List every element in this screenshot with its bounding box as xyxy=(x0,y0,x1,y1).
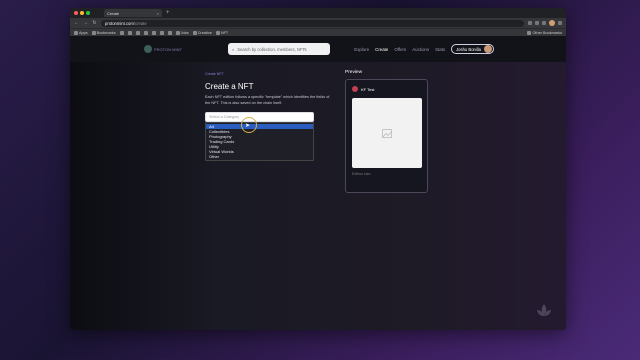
user-name: Joshu Bonilla xyxy=(456,46,481,52)
bookmark-nft[interactable]: NFT xyxy=(215,30,229,35)
bookmark-favicon[interactable] xyxy=(167,30,172,35)
nav-link-offers[interactable]: Offers xyxy=(394,47,406,52)
mouse-cursor-icon: ➤ xyxy=(245,123,251,129)
site-nav-links: Explore Create Offers Auctions Stats Jos… xyxy=(354,44,494,54)
bookmark-jobs[interactable]: Jobs xyxy=(175,30,189,35)
collection-avatar xyxy=(352,86,358,92)
bookmarks-bar: Apps Bookmarks Jobs Creative NFT Other B… xyxy=(70,28,566,36)
browser-toolbar: ← → ↻ protonmint.com/create xyxy=(70,18,566,28)
page-content: PROTON MINT ⌕ Search by collection, memb… xyxy=(70,36,566,330)
favicon-icon xyxy=(135,30,140,35)
folder-icon xyxy=(192,30,197,35)
tab-title: Create xyxy=(107,10,120,16)
edition-size: Edition size: xyxy=(352,172,372,176)
bookmark-apps[interactable]: Apps xyxy=(74,30,88,35)
search-input[interactable]: ⌕ Search by collection, members, NFTs xyxy=(227,43,330,55)
bookmark-favicon[interactable] xyxy=(151,30,156,35)
category-select[interactable]: Select a Category Art Collectibles Photo… xyxy=(205,112,314,161)
close-window-icon[interactable] xyxy=(74,11,78,15)
apps-icon xyxy=(74,30,78,35)
favicon-icon xyxy=(127,30,132,35)
url-path: /create xyxy=(133,20,147,26)
folder-icon xyxy=(527,30,532,35)
bookmark-creative[interactable]: Creative xyxy=(192,30,212,35)
nav-link-stats[interactable]: Stats xyxy=(435,47,445,52)
avatar xyxy=(484,45,492,53)
extension-icon[interactable] xyxy=(535,21,539,25)
folder-icon xyxy=(91,30,96,35)
browser-window: Create × + ← → ↻ protonmint.com/create A… xyxy=(70,8,566,330)
maximize-window-icon[interactable] xyxy=(86,11,90,15)
bookmark-label: Bookmarks xyxy=(96,30,116,35)
category-dropdown: Art Collectibles Photography Trading Car… xyxy=(205,122,314,161)
browser-profile-avatar[interactable] xyxy=(549,20,555,26)
bookmark-label: NFT xyxy=(220,30,229,35)
search-placeholder: Search by collection, members, NFTs xyxy=(237,46,307,52)
forward-button[interactable]: → xyxy=(83,20,88,26)
menu-icon[interactable] xyxy=(558,21,562,25)
logo-text: PROTON MINT xyxy=(154,46,182,52)
reload-button[interactable]: ↻ xyxy=(92,20,97,26)
folder-icon xyxy=(215,30,220,35)
create-form: Create NFT Create a NFT Each NFT edition… xyxy=(205,72,330,161)
minimize-window-icon[interactable] xyxy=(80,11,84,15)
page-description: Each NFT edition follows a specific "tem… xyxy=(205,95,330,105)
page-title: Create a NFT xyxy=(205,82,254,91)
tab-close-icon[interactable]: × xyxy=(157,11,159,16)
nav-link-explore[interactable]: Explore xyxy=(354,47,369,52)
bookmark-favicon[interactable] xyxy=(135,30,140,35)
preview-heading: Preview xyxy=(345,70,363,75)
site-header: PROTON MINT ⌕ Search by collection, memb… xyxy=(70,36,566,62)
bookmark-favicon[interactable] xyxy=(159,30,164,35)
image-placeholder-icon xyxy=(381,128,392,138)
extension-icon[interactable] xyxy=(528,21,532,25)
favicon-icon xyxy=(143,30,148,35)
user-profile-button[interactable]: Joshu Bonilla xyxy=(451,44,494,54)
favicon-icon xyxy=(119,30,124,35)
nav-link-auctions[interactable]: Auctions xyxy=(412,47,429,52)
search-icon: ⌕ xyxy=(231,46,235,52)
preview-image xyxy=(351,98,422,168)
preview-card: KF Test Edition size: xyxy=(345,79,428,193)
option-other[interactable]: Other xyxy=(206,154,313,159)
bookmark-bookmarks[interactable]: Bookmarks xyxy=(91,30,116,35)
back-button[interactable]: ← xyxy=(74,20,79,26)
bookmark-favicon[interactable] xyxy=(143,30,148,35)
select-placeholder: Select a Category xyxy=(209,115,240,119)
folder-icon xyxy=(175,30,180,35)
site-logo[interactable]: PROTON MINT xyxy=(144,45,182,53)
bookmark-favicon[interactable] xyxy=(127,30,132,35)
favicon-icon xyxy=(167,30,172,35)
category-select-box[interactable]: Select a Category xyxy=(205,112,314,122)
breadcrumb[interactable]: Create NFT xyxy=(205,72,330,76)
other-bookmarks[interactable]: Other Bookmarks xyxy=(527,30,562,35)
bookmark-label: Creative xyxy=(197,30,212,35)
bookmark-label: Jobs xyxy=(180,30,189,35)
bookmark-favicon[interactable] xyxy=(119,30,124,35)
bookmark-label: Apps xyxy=(79,30,88,35)
browser-tab[interactable]: Create × xyxy=(104,9,162,17)
preview-card-header: KF Test xyxy=(346,80,427,92)
extension-icon[interactable] xyxy=(542,21,546,25)
new-tab-button[interactable]: + xyxy=(166,10,170,16)
nav-link-create[interactable]: Create xyxy=(375,47,388,52)
favicon-icon xyxy=(159,30,164,35)
tab-bar: Create × + xyxy=(70,8,566,18)
address-bar[interactable]: protonmint.com/create xyxy=(101,19,524,27)
url-host: protonmint.com xyxy=(105,20,134,26)
bookmark-label: Other Bookmarks xyxy=(532,30,562,35)
proton-logo-icon xyxy=(537,304,551,316)
favicon-icon xyxy=(151,30,156,35)
preview-card-title: KF Test xyxy=(361,86,375,92)
logo-icon xyxy=(144,45,152,53)
